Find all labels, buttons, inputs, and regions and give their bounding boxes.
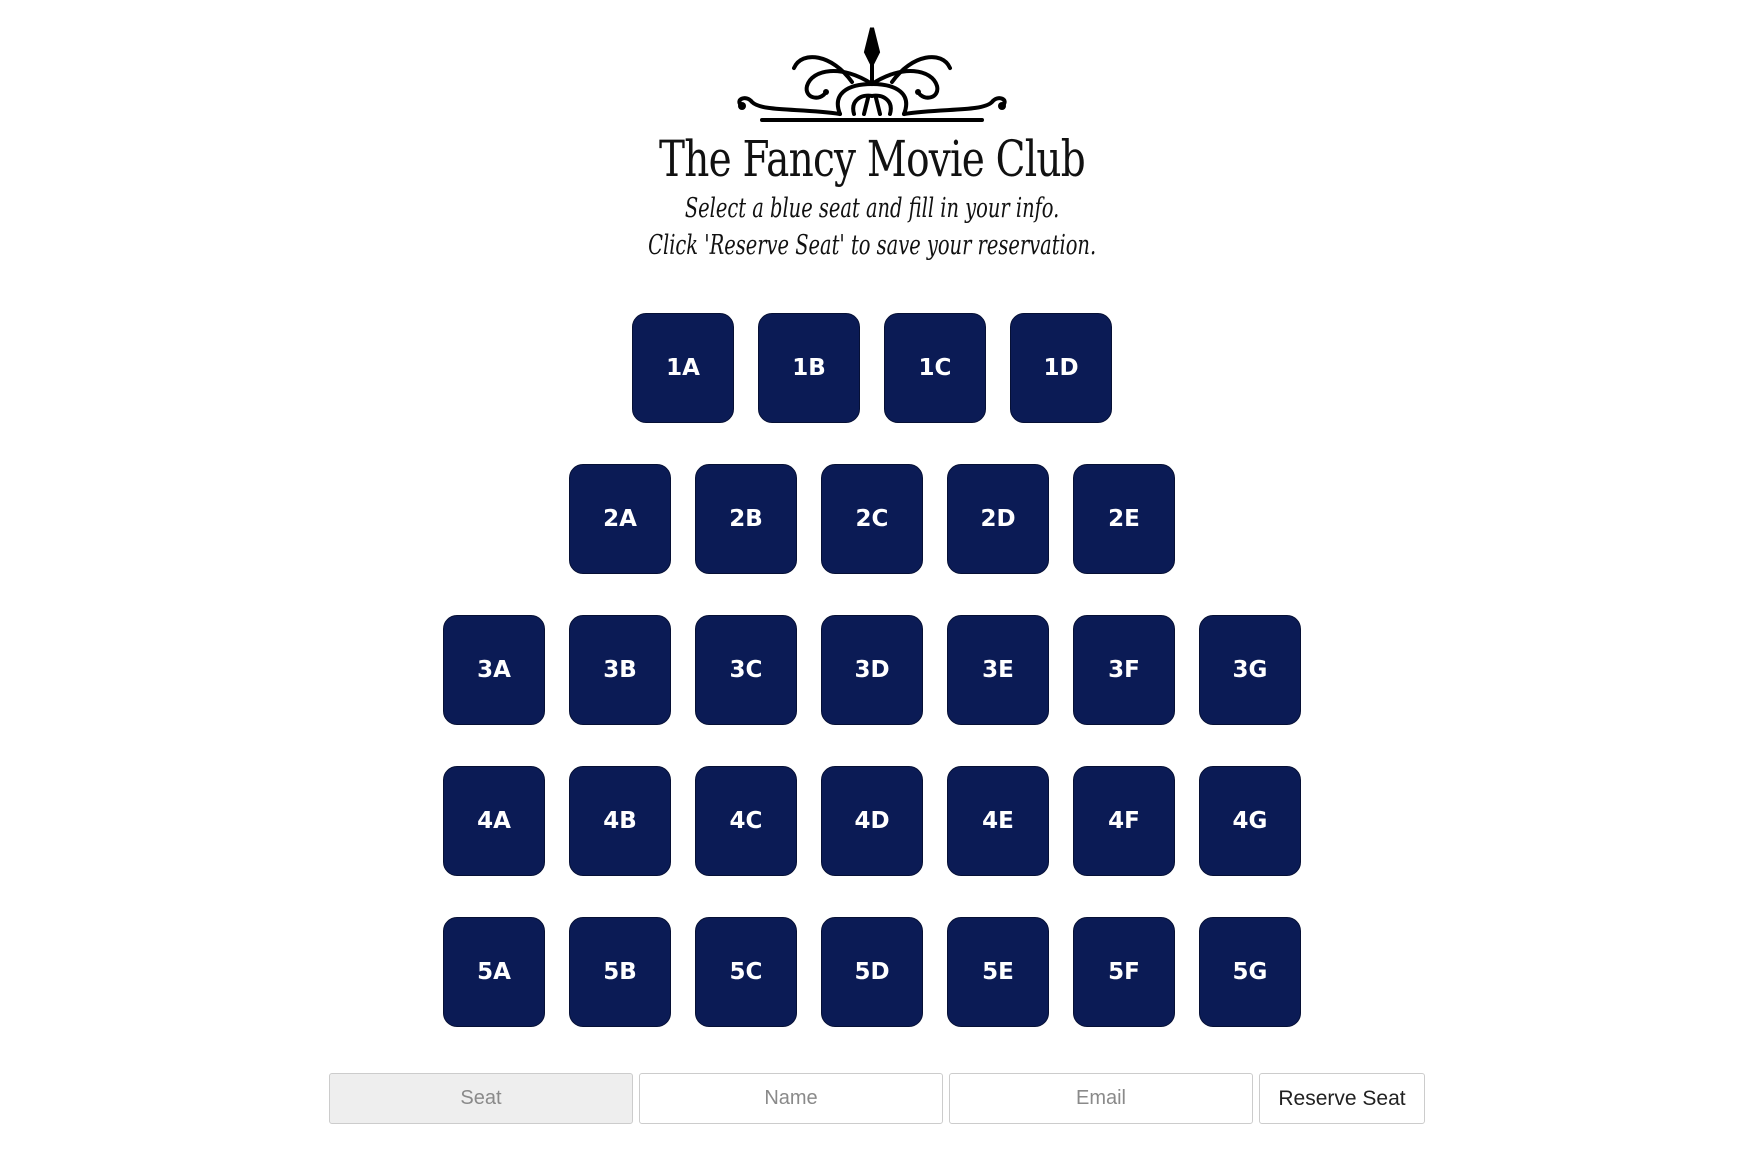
seat-3f-button[interactable]: 3F (1073, 615, 1175, 725)
seat-1d-button[interactable]: 1D (1010, 313, 1112, 423)
seat-4c-button[interactable]: 4C (695, 766, 797, 876)
seat-2e-button[interactable]: 2E (1073, 464, 1175, 574)
seat-row-5: 5A 5B 5C 5D 5E 5F 5G (0, 917, 1744, 1027)
seat-4g-button[interactable]: 4G (1199, 766, 1301, 876)
seat-4e-button[interactable]: 4E (947, 766, 1049, 876)
instruction-line-1: Select a blue seat and fill in your info… (684, 193, 1060, 224)
seat-map: 1A 1B 1C 1D 2A 2B 2C 2D 2E 3A 3B 3C 3D 3… (0, 313, 1744, 1068)
seat-2c-button[interactable]: 2C (821, 464, 923, 574)
seat-4f-button[interactable]: 4F (1073, 766, 1175, 876)
seat-5e-button[interactable]: 5E (947, 917, 1049, 1027)
seat-row-4: 4A 4B 4C 4D 4E 4F 4G (0, 766, 1744, 876)
seat-row-3: 3A 3B 3C 3D 3E 3F 3G (0, 615, 1744, 725)
crown-ornament-icon (737, 27, 1007, 122)
seat-3g-button[interactable]: 3G (1199, 615, 1301, 725)
seat-5b-button[interactable]: 5B (569, 917, 671, 1027)
seat-2d-button[interactable]: 2D (947, 464, 1049, 574)
page-title: The Fancy Movie Club (659, 130, 1086, 188)
seat-1c-button[interactable]: 1C (884, 313, 986, 423)
email-field[interactable] (949, 1073, 1253, 1124)
page-header: The Fancy Movie Club Select a blue seat … (0, 24, 1744, 264)
seat-2b-button[interactable]: 2B (695, 464, 797, 574)
reserve-seat-button[interactable]: Reserve Seat (1259, 1073, 1425, 1124)
name-field[interactable] (639, 1073, 943, 1124)
seat-3e-button[interactable]: 3E (947, 615, 1049, 725)
seat-5f-button[interactable]: 5F (1073, 917, 1175, 1027)
seat-field[interactable] (329, 1073, 633, 1124)
seat-4b-button[interactable]: 4B (569, 766, 671, 876)
seat-3d-button[interactable]: 3D (821, 615, 923, 725)
seat-3b-button[interactable]: 3B (569, 615, 671, 725)
seat-row-2: 2A 2B 2C 2D 2E (0, 464, 1744, 574)
seat-5g-button[interactable]: 5G (1199, 917, 1301, 1027)
seat-5c-button[interactable]: 5C (695, 917, 797, 1027)
seat-3c-button[interactable]: 3C (695, 615, 797, 725)
seat-4d-button[interactable]: 4D (821, 766, 923, 876)
seat-row-1: 1A 1B 1C 1D (0, 313, 1744, 423)
seat-1b-button[interactable]: 1B (758, 313, 860, 423)
seat-1a-button[interactable]: 1A (632, 313, 734, 423)
seat-5d-button[interactable]: 5D (821, 917, 923, 1027)
reservation-form: Reserve Seat (329, 1073, 1425, 1124)
seat-5a-button[interactable]: 5A (443, 917, 545, 1027)
seat-3a-button[interactable]: 3A (443, 615, 545, 725)
seat-4a-button[interactable]: 4A (443, 766, 545, 876)
instruction-line-2: Click 'Reserve Seat' to save your reserv… (647, 230, 1097, 261)
seat-2a-button[interactable]: 2A (569, 464, 671, 574)
